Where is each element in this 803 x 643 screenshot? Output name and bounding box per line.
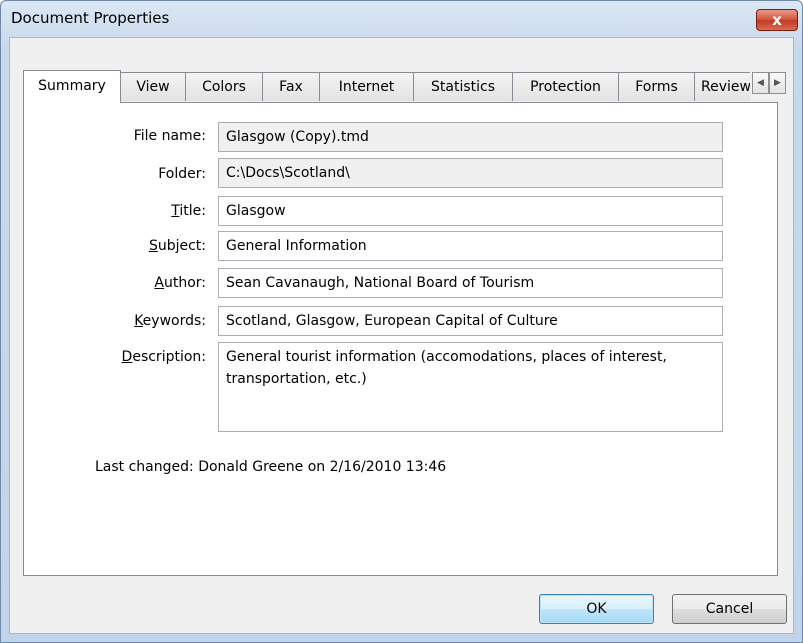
tab-statistics[interactable]: Statistics — [413, 72, 513, 101]
tab-internet[interactable]: Internet — [319, 72, 414, 101]
tab-colors[interactable]: Colors — [185, 72, 263, 101]
tab-fax[interactable]: Fax — [262, 72, 320, 101]
chevron-right-icon: ▶ — [774, 78, 781, 88]
ok-button[interactable]: OK — [539, 594, 654, 624]
cancel-button[interactable]: Cancel — [672, 594, 787, 624]
chevron-left-icon: ◀ — [757, 78, 764, 88]
summary-panel — [23, 102, 778, 576]
close-icon: x — [772, 11, 782, 29]
tab-forms[interactable]: Forms — [618, 72, 695, 101]
close-button[interactable]: x — [756, 9, 798, 31]
dialog-title: Document Properties — [11, 9, 170, 27]
tab-scroll-left-button[interactable]: ◀ — [752, 72, 769, 94]
tab-clip: Summary View Colors Fax Internet Statist… — [23, 70, 750, 103]
title-bar: Document Properties x — [1, 1, 802, 37]
tab-view[interactable]: View — [120, 72, 186, 101]
tab-review[interactable]: Review — [694, 72, 750, 101]
tab-summary[interactable]: Summary — [23, 70, 121, 103]
tab-strip: Summary View Colors Fax Internet Statist… — [23, 70, 773, 103]
tab-scroll-right-button[interactable]: ▶ — [769, 72, 786, 94]
tab-scroll-buttons: ◀ ▶ — [752, 72, 788, 94]
tab-protection[interactable]: Protection — [512, 72, 619, 101]
